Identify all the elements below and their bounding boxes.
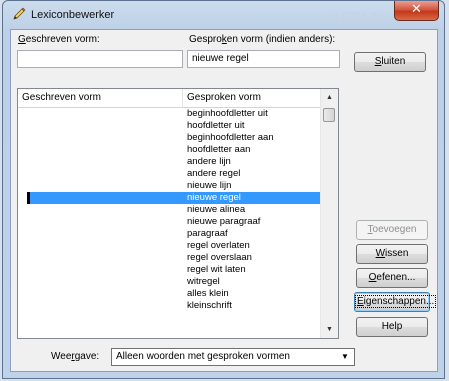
row-spoken-form: regel wit laten xyxy=(187,264,246,275)
lexicon-editor-window: GETATI Lexiconbewerker ✕ Geschreven vorm… xyxy=(2,0,445,379)
row-spoken-form: nieuwe lijn xyxy=(187,180,232,191)
list-row[interactable]: beginhoofdletter aan xyxy=(18,132,322,144)
close-icon: ✕ xyxy=(411,2,422,17)
row-spoken-form: nieuwe regel xyxy=(187,192,241,203)
view-filter-value: Alleen woorden met gesproken vormen xyxy=(116,351,290,362)
focus-marker xyxy=(27,192,30,204)
delete-button[interactable]: Wissen xyxy=(356,244,428,264)
view-filter-select[interactable]: Alleen woorden met gesproken vormen ▼ xyxy=(111,348,355,366)
row-spoken-form: nieuwe alinea xyxy=(187,204,246,215)
list-row[interactable]: alles klein xyxy=(18,288,322,300)
close-window-button[interactable]: ✕ xyxy=(394,1,439,21)
dropdown-arrow-icon[interactable]: ▼ xyxy=(339,349,351,365)
list-row[interactable]: regel wit laten xyxy=(18,264,322,276)
scroll-down-icon[interactable]: ▼ xyxy=(321,321,338,338)
list-rows: beginhoofdletter uit hoofdletter uit begin… xyxy=(18,108,322,312)
row-spoken-form: hoofdletter uit xyxy=(187,120,245,131)
list-row[interactable]: nieuwe paragraaf xyxy=(18,216,322,228)
list-header: Geschreven vorm Gesproken vorm xyxy=(18,89,322,108)
list-scrollbar[interactable]: ▲ ▼ xyxy=(320,89,338,338)
close-button[interactable]: Sluiten xyxy=(354,52,426,72)
scroll-thumb[interactable] xyxy=(323,108,335,122)
spoken-form-input[interactable]: nieuwe regel xyxy=(187,50,340,68)
title-bar[interactable]: Lexiconbewerker ✕ xyxy=(3,1,444,29)
row-spoken-form: beginhoofdletter aan xyxy=(187,132,274,143)
list-row[interactable]: paragraaf xyxy=(18,228,322,240)
list-row[interactable]: hoofdletter aan xyxy=(18,144,322,156)
list-row[interactable]: nieuwe alinea xyxy=(18,204,322,216)
list-row[interactable]: kleinschrift xyxy=(18,300,322,312)
written-form-label: Geschreven vorm: xyxy=(18,34,100,45)
properties-button[interactable]: Eigenschappen... xyxy=(354,292,437,312)
row-spoken-form: beginhoofdletter uit xyxy=(187,108,268,119)
list-row[interactable]: beginhoofdletter uit xyxy=(18,108,322,120)
column-header-written[interactable]: Geschreven vorm xyxy=(18,89,183,107)
row-spoken-form: regel overlaten xyxy=(187,240,250,251)
list-row[interactable]: regel overslaan xyxy=(18,252,322,264)
spoken-form-label: Gesproken vorm (indien anders): xyxy=(189,34,336,45)
list-row[interactable]: andere regel xyxy=(18,168,322,180)
help-button[interactable]: Help xyxy=(356,317,428,337)
window-title: Lexiconbewerker xyxy=(31,9,115,21)
row-spoken-form: paragraaf xyxy=(187,228,228,239)
selection-highlight xyxy=(30,192,322,204)
list-row[interactable]: andere lijn xyxy=(18,156,322,168)
lexicon-list[interactable]: Geschreven vorm Gesproken vorm beginhoof… xyxy=(17,88,339,339)
list-row[interactable]: hoofdletter uit xyxy=(18,120,322,132)
row-spoken-form: andere lijn xyxy=(187,156,231,167)
row-spoken-form: regel overslaan xyxy=(187,252,252,263)
column-header-spoken[interactable]: Gesproken vorm xyxy=(183,89,322,107)
row-spoken-form: alles klein xyxy=(187,288,229,299)
list-row[interactable]: regel overlaten xyxy=(18,240,322,252)
list-row[interactable]: nieuwe lijn xyxy=(18,180,322,192)
scroll-up-icon[interactable]: ▲ xyxy=(321,89,338,106)
practice-button[interactable]: Oefenen... xyxy=(356,268,428,288)
row-spoken-form: witregel xyxy=(187,276,220,287)
written-form-input[interactable] xyxy=(17,50,183,68)
row-spoken-form: kleinschrift xyxy=(187,300,232,311)
pencil-icon xyxy=(13,7,26,20)
list-row[interactable]: witregel xyxy=(18,276,322,288)
view-label: Weergave: xyxy=(51,351,100,362)
row-spoken-form: nieuwe paragraaf xyxy=(187,216,261,227)
row-spoken-form: andere regel xyxy=(187,168,241,179)
row-spoken-form: hoofdletter aan xyxy=(187,144,251,155)
add-button[interactable]: Toevoegen xyxy=(356,220,428,240)
list-row[interactable]: nieuwe regel xyxy=(18,192,322,204)
dialog-client-area: Geschreven vorm: Gesproken vorm (indien … xyxy=(10,29,438,372)
